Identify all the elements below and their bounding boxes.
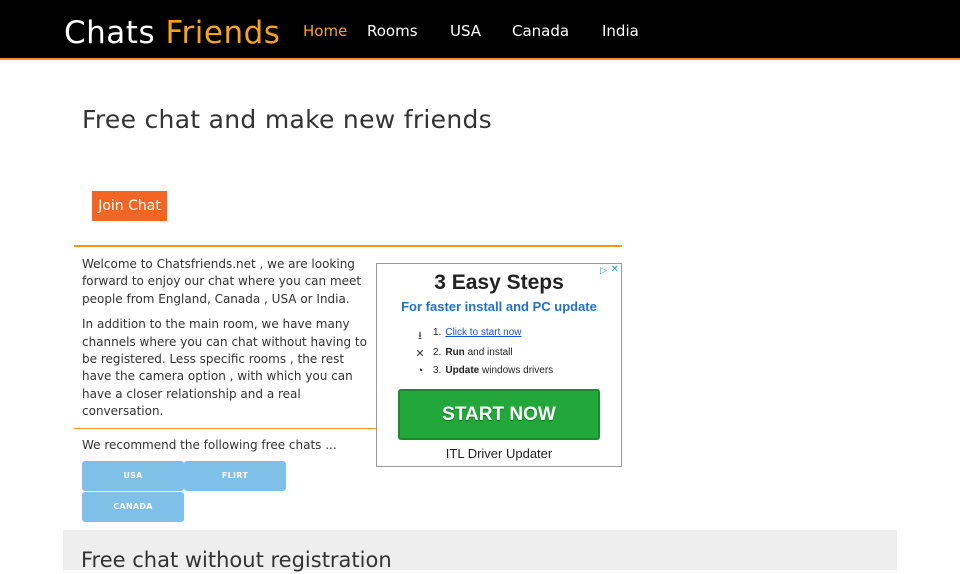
tools-icon: ✕ bbox=[415, 348, 425, 360]
intro-paragraph-2: In addition to the main room, we have ma… bbox=[82, 317, 367, 419]
chat-link-usa[interactable]: USA bbox=[82, 461, 184, 491]
brand-logo[interactable]: Chats Friends bbox=[64, 13, 280, 53]
ad-subtitle: For faster install and PC update bbox=[401, 299, 597, 314]
nav-india[interactable]: India bbox=[602, 22, 639, 40]
ad-footer: ITL Driver Updater bbox=[445, 446, 553, 461]
top-navbar: Chats Friends Home Rooms USA Canada Indi… bbox=[0, 0, 960, 60]
chat-link-flirt[interactable]: FLIRT bbox=[184, 461, 286, 491]
divider bbox=[74, 428, 376, 429]
brand-part1: Chats bbox=[64, 15, 156, 51]
nav-rooms[interactable]: Rooms bbox=[367, 22, 418, 40]
page-title: Free chat and make new friends bbox=[82, 105, 492, 134]
chat-link-canada[interactable]: CANADA bbox=[82, 492, 184, 522]
ad-step-bold: Update bbox=[445, 365, 480, 376]
advertisement[interactable]: ▷ ✕ 3 Easy Steps For faster install and … bbox=[376, 263, 622, 467]
ad-step-text: windows drivers bbox=[482, 365, 554, 376]
ad-step-link[interactable]: Click to start now bbox=[445, 327, 521, 338]
intro-text: Welcome to Chatsfriends.net , we are loo… bbox=[82, 256, 374, 429]
nav-home[interactable]: Home bbox=[303, 22, 347, 40]
section-title: Free chat without registration bbox=[81, 548, 392, 572]
ad-step-number: 1. bbox=[433, 327, 442, 338]
ad-step-3: ◔ 3. Update windows drivers bbox=[417, 365, 554, 377]
ad-step-2: ✕ 2. Run and install bbox=[415, 347, 513, 360]
download-icon: ⭳ bbox=[418, 330, 422, 342]
ad-title: 3 Easy Steps bbox=[434, 271, 564, 294]
ad-step-bold: Run bbox=[445, 347, 465, 358]
gauge-icon: ◔ bbox=[416, 365, 424, 377]
nav-usa[interactable]: USA bbox=[450, 22, 481, 40]
ad-step-1: ⭳ 1. Click to start now bbox=[418, 327, 521, 342]
divider bbox=[74, 245, 622, 247]
ad-step-text: and install bbox=[467, 347, 513, 358]
brand-part2: Friends bbox=[165, 15, 281, 51]
lower-section: Free chat without registration bbox=[63, 530, 897, 572]
nav-canada[interactable]: Canada bbox=[512, 22, 569, 40]
ad-start-now-button[interactable]: START NOW bbox=[398, 389, 600, 440]
intro-paragraph-1: Welcome to Chatsfriends.net , we are loo… bbox=[82, 257, 362, 306]
recommend-text: We recommend the following free chats ..… bbox=[82, 438, 337, 452]
join-chat-button[interactable]: Join Chat bbox=[92, 191, 167, 221]
ad-step-number: 2. bbox=[433, 347, 442, 358]
ad-step-number: 3. bbox=[433, 365, 442, 376]
